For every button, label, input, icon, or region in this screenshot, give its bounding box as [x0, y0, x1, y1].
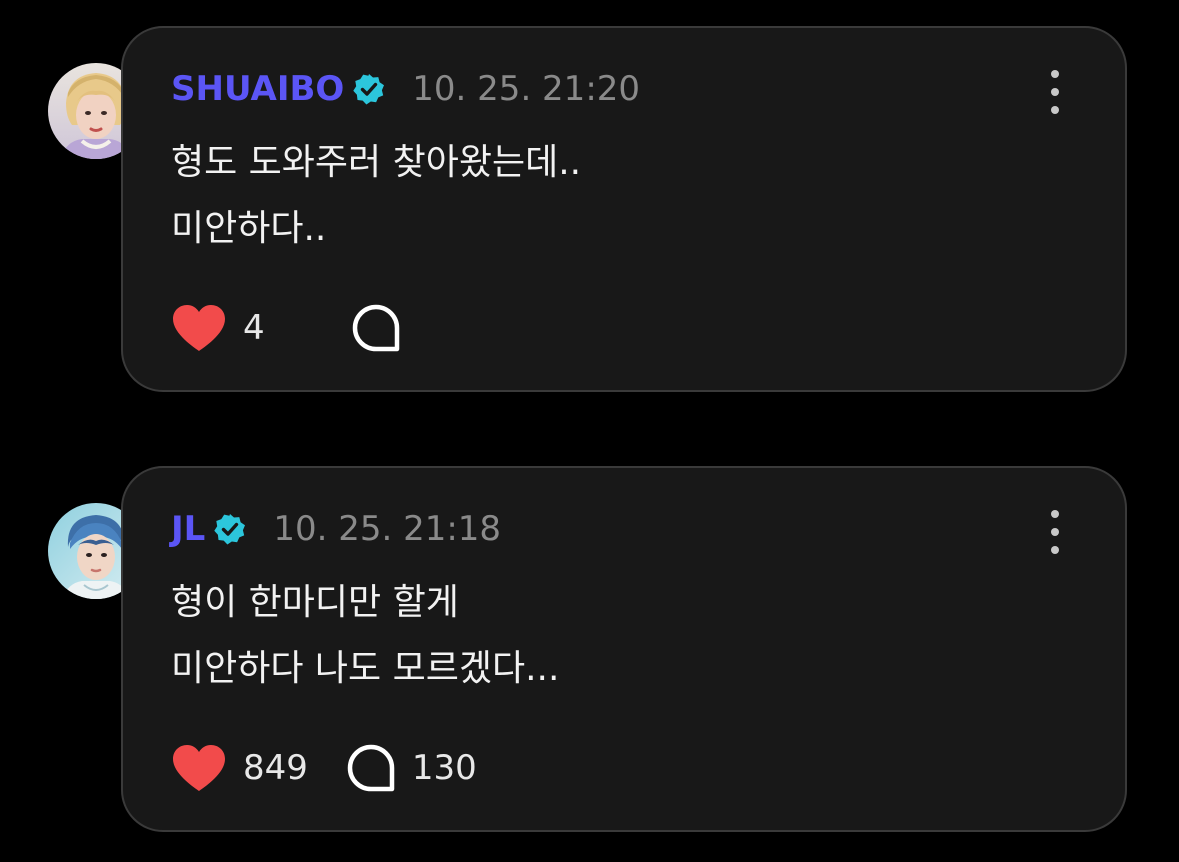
- comment-card: SHUAIBO 10. 25. 21:20 형도 도와주러 찾아왔는데.. 미안…: [121, 26, 1127, 392]
- comment-card: JL 10. 25. 21:18 형이 한마디만 할게 미안하다 나도 모르겠다…: [121, 466, 1127, 832]
- comment-count: 130: [411, 748, 477, 788]
- username[interactable]: SHUAIBO: [171, 69, 344, 109]
- comment-line: 형도 도와주러 찾아왔는데..: [171, 142, 582, 183]
- comment-post: JL 10. 25. 21:18 형이 한마디만 할게 미안하다 나도 모르겠다…: [0, 466, 1179, 836]
- like-count: 849: [243, 748, 308, 788]
- verified-badge-icon: [353, 74, 385, 105]
- comment-header: JL 10. 25. 21:18: [171, 506, 501, 552]
- timestamp: 10. 25. 21:18: [273, 509, 502, 549]
- comment-bubble-icon: [347, 744, 395, 792]
- more-vertical-icon[interactable]: [1043, 510, 1067, 554]
- like-count: 4: [243, 308, 265, 348]
- username[interactable]: JL: [171, 509, 205, 549]
- heart-icon: [173, 745, 225, 791]
- action-bar: 4: [171, 300, 417, 356]
- timestamp: 10. 25. 21:20: [412, 69, 641, 109]
- like-button[interactable]: 4: [171, 303, 265, 353]
- comment-text: 형도 도와주러 찾아왔는데.. 미안하다..: [171, 130, 1045, 262]
- comment-line: 미안하다 나도 모르겠다...: [171, 648, 560, 689]
- comment-line: 형이 한마디만 할게: [171, 582, 459, 623]
- comment-button[interactable]: 130: [346, 743, 477, 793]
- action-bar: 849 130: [171, 740, 477, 796]
- heart-icon: [173, 305, 225, 351]
- comment-post: SHUAIBO 10. 25. 21:20 형도 도와주러 찾아왔는데.. 미안…: [0, 26, 1179, 396]
- comment-line: 미안하다..: [171, 208, 327, 249]
- comment-button[interactable]: [351, 303, 417, 353]
- comment-text: 형이 한마디만 할게 미안하다 나도 모르겠다...: [171, 570, 1045, 702]
- like-button[interactable]: 849: [171, 743, 308, 793]
- comment-feed: SHUAIBO 10. 25. 21:20 형도 도와주러 찾아왔는데.. 미안…: [0, 0, 1179, 862]
- comment-bubble-icon: [352, 304, 399, 352]
- comment-header: SHUAIBO 10. 25. 21:20: [171, 66, 640, 112]
- verified-badge-icon: [214, 514, 246, 545]
- more-vertical-icon[interactable]: [1043, 70, 1067, 114]
